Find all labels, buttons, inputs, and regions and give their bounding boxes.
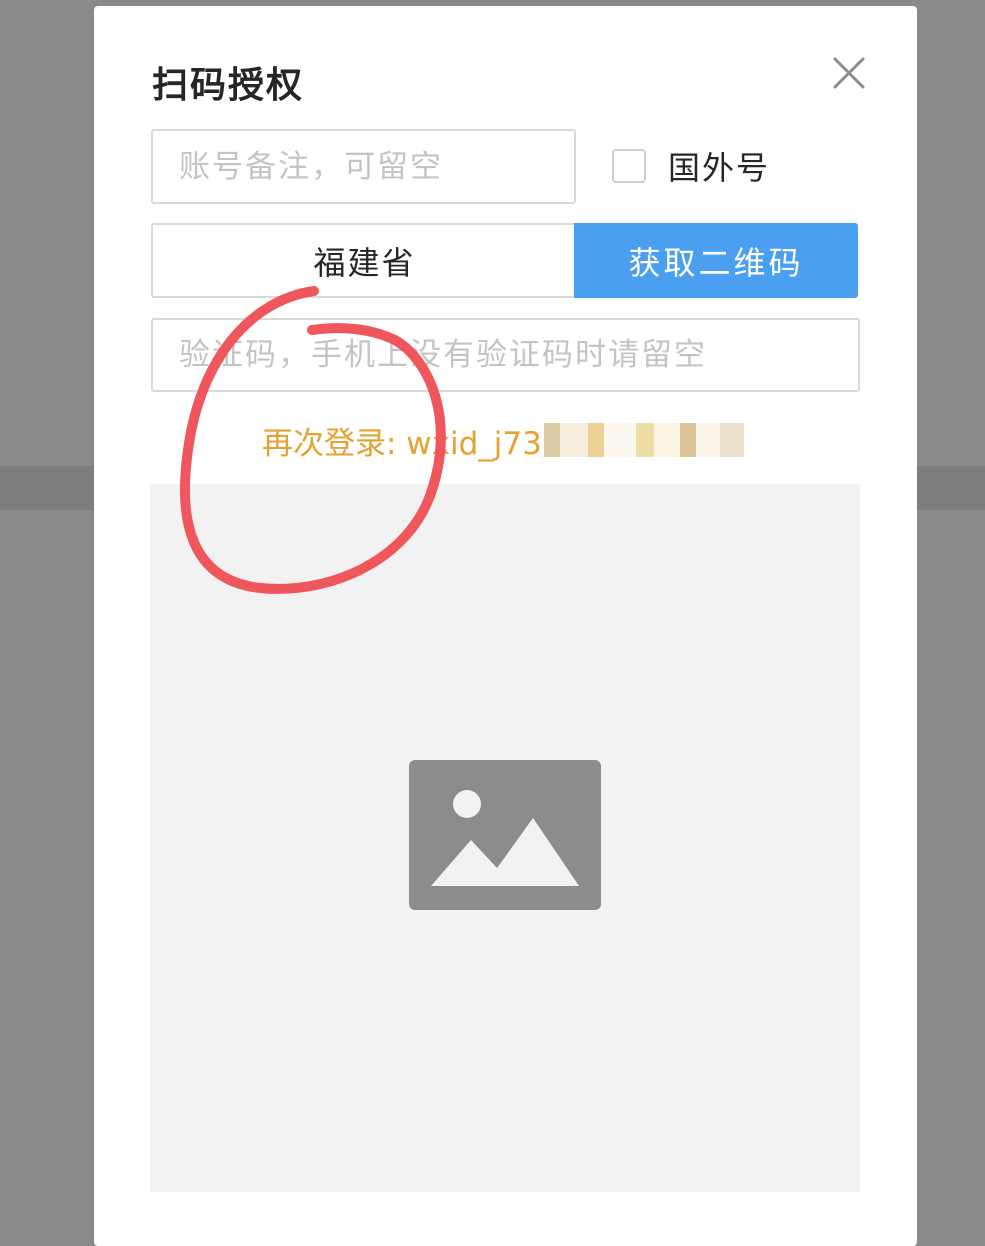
checkbox-label: 国外号 bbox=[668, 149, 771, 187]
account-remark-input[interactable] bbox=[151, 129, 576, 204]
checkbox-box[interactable] bbox=[612, 149, 646, 183]
dialog-title: 扫码授权 bbox=[152, 65, 305, 106]
auth-dialog: 扫码授权 国外号 福建省 获取二维码 再次登录: wxid_j73 bbox=[94, 6, 917, 1246]
province-select-value: 福建省 bbox=[313, 243, 416, 282]
image-placeholder-icon bbox=[409, 760, 601, 910]
close-icon[interactable] bbox=[832, 56, 866, 90]
verification-code-input[interactable] bbox=[151, 318, 860, 392]
province-select[interactable]: 福建省 bbox=[151, 223, 576, 298]
relogin-notice: 再次登录: wxid_j73 bbox=[262, 418, 744, 462]
relogin-text: 再次登录: wxid_j73 bbox=[262, 425, 542, 462]
get-qr-code-label: 获取二维码 bbox=[628, 243, 804, 282]
pixelated-redaction bbox=[543, 423, 744, 457]
overseas-checkbox[interactable]: 国外号 bbox=[612, 140, 770, 192]
qr-code-area bbox=[150, 484, 860, 1192]
get-qr-code-button[interactable]: 获取二维码 bbox=[574, 223, 858, 298]
